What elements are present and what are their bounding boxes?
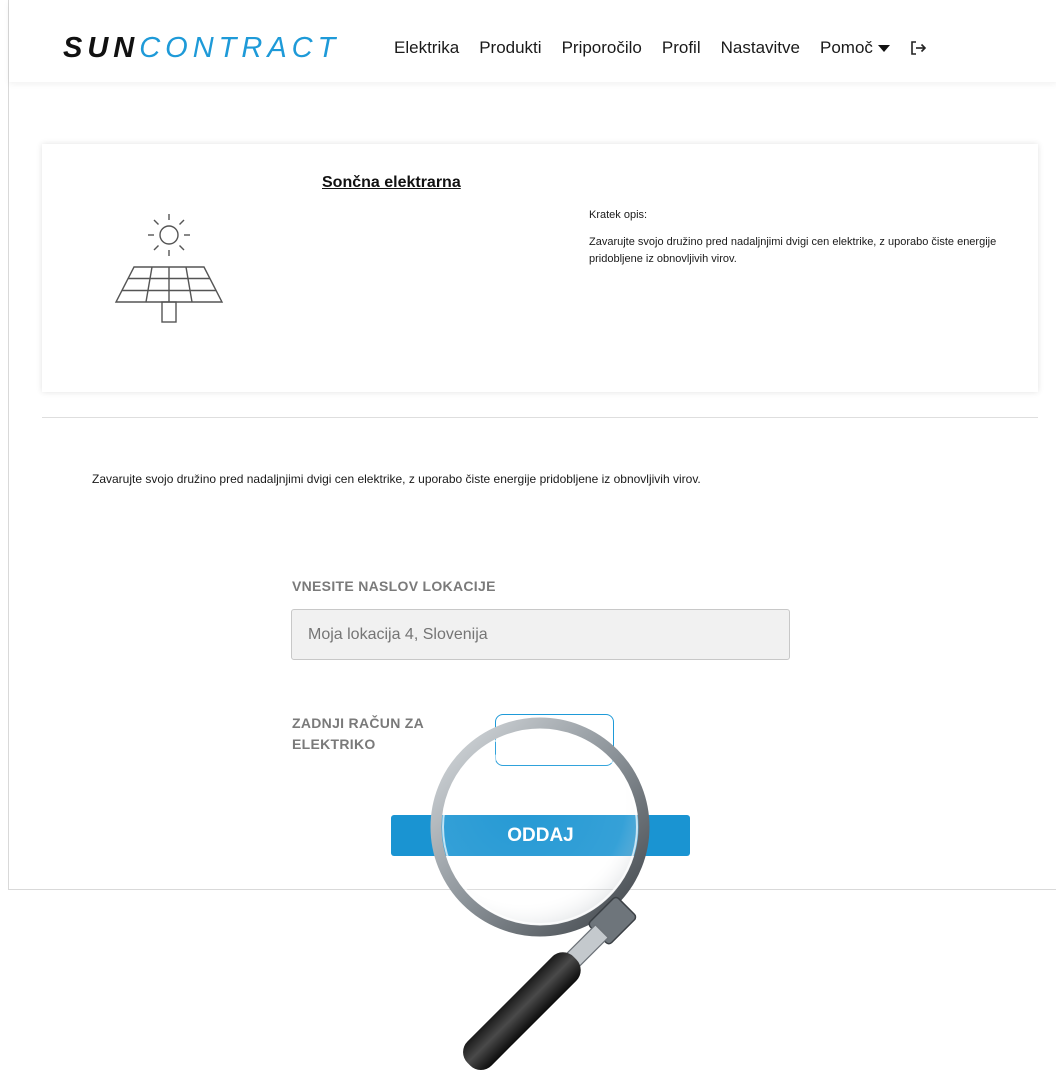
suncontract-logo[interactable]: SUNCONTRACT: [63, 30, 340, 66]
logout-icon[interactable]: [908, 38, 928, 58]
main-nav: Elektrika Produkti Priporočilo Profil Na…: [394, 36, 928, 60]
nav-profil[interactable]: Profil: [662, 36, 701, 60]
caret-down-icon: [877, 44, 890, 52]
nav-pomoc-dropdown[interactable]: Pomoč: [820, 36, 890, 60]
intro-text: Zavarujte svojo družino pred nadaljnjimi…: [92, 472, 701, 486]
nav-elektrika[interactable]: Elektrika: [394, 36, 459, 60]
location-input[interactable]: [291, 609, 790, 660]
short-description-label: Kratek opis:: [589, 209, 648, 221]
logo-contract: CONTRACT: [139, 32, 341, 64]
section-divider: [42, 417, 1038, 418]
short-description-text: Zavarujte svojo družino pred nadaljnjimi…: [589, 236, 997, 265]
card-title[interactable]: Sončna elektrarna: [322, 174, 461, 192]
nav-priporocilo[interactable]: Priporočilo: [562, 36, 642, 60]
nav-nastavitve[interactable]: Nastavitve: [721, 36, 800, 60]
solar-panel-icon: [107, 209, 231, 327]
nav-produkti[interactable]: Produkti: [479, 36, 541, 60]
product-card: Sončna elektrarna Kratek opis: Zavarujte…: [42, 144, 1038, 392]
top-navigation-bar: SUNCONTRACT Elektrika Produkti Priporoči…: [9, 0, 1056, 82]
location-label: VNESITE NASLOV LOKACIJE: [292, 578, 496, 594]
nav-pomoc-label: Pomoč: [819, 38, 873, 57]
logo-sun: SUN: [63, 32, 140, 64]
magnifying-glass-icon: [430, 700, 810, 1076]
